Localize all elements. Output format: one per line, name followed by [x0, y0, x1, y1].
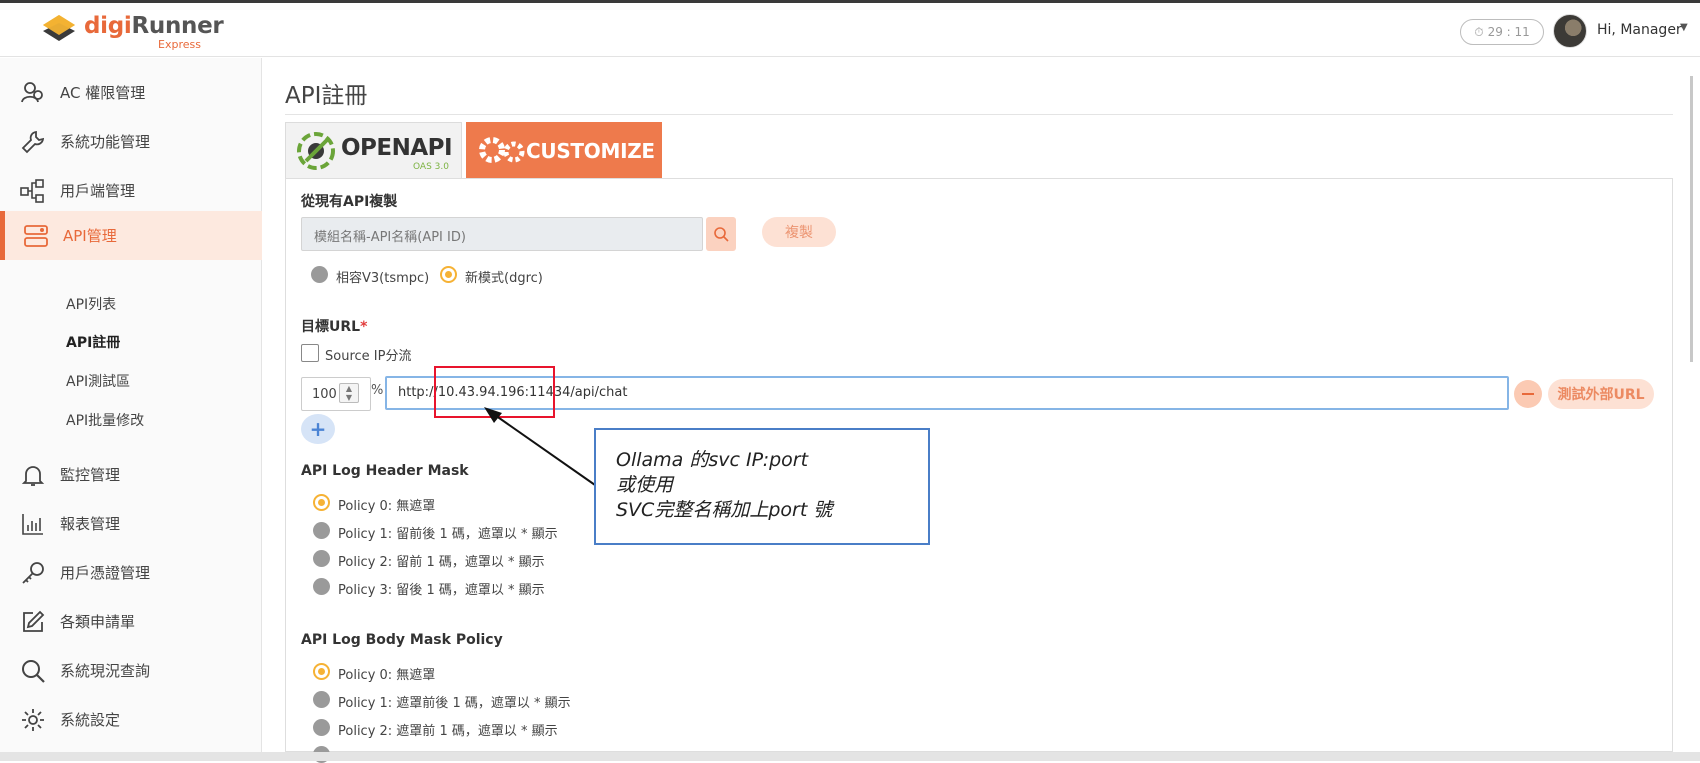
tab-openapi[interactable]: OPENAPI OAS 3.0 [285, 122, 462, 178]
annotation-callout: Ollama 的svc IP:port 或使用 SVC完整名稱加上port 號 [594, 428, 930, 545]
radio-mode-v3-label: 相容V3(tsmpc) [336, 271, 430, 286]
sidebar-item-credentials[interactable]: 用戶憑證管理 [0, 548, 262, 597]
weight-input[interactable]: 100 [301, 377, 371, 411]
sidebar-item-ac-permissions[interactable]: AC 權限管理 [0, 68, 262, 117]
search-icon [22, 660, 45, 683]
sidebar-item-system-status[interactable]: 系統現況查詢 [0, 646, 262, 695]
horizontal-scrollbar[interactable] [0, 752, 1700, 761]
api-copy-search-input[interactable]: 模組名稱-API名稱(API ID) [301, 217, 703, 251]
sidebar-item-label: 各類申請單 [60, 613, 136, 631]
add-url-button[interactable]: + [301, 414, 335, 444]
logo-sub: Express [158, 38, 201, 51]
gear-icon [22, 709, 44, 731]
edit-icon [23, 610, 45, 632]
sidebar-item-label: 系統功能管理 [60, 133, 151, 151]
radio-mode-new-label: 新模式(dgrc) [465, 271, 543, 286]
sidebar-item-monitoring[interactable]: 監控管理 [0, 450, 262, 499]
copy-section-label: 從現有API複製 [301, 194, 398, 210]
radio-header-policy-2[interactable] [313, 550, 330, 567]
test-external-url-button[interactable]: 測試外部URL [1548, 379, 1654, 409]
avatar[interactable] [1553, 14, 1587, 48]
bell-icon [21, 466, 45, 486]
target-url-label: 目標URL* [301, 319, 368, 335]
timer-value: 29 : 11 [1487, 25, 1530, 39]
remove-url-button[interactable] [1514, 380, 1542, 408]
sidebar-item-label: 系統現況查詢 [60, 662, 151, 680]
sidebar-item-system-functions[interactable]: 系統功能管理 [0, 117, 262, 166]
sidebar-subitem-api-list[interactable]: API列表 [66, 294, 116, 314]
sidebar-item-reports[interactable]: 報表管理 [0, 499, 262, 548]
session-timer: ⏱ 29 : 11 [1460, 19, 1544, 45]
weight-stepper[interactable]: ▲ ▼ [339, 383, 359, 403]
annotation-arrow [484, 407, 596, 486]
openapi-logo-icon [297, 132, 335, 170]
tab-customize[interactable]: CUSTOMIZE [466, 122, 662, 178]
logo-mark-icon [43, 15, 75, 41]
wrench-icon [21, 130, 45, 154]
tab-customize-label: CUSTOMIZE [526, 139, 655, 163]
source-ip-checkbox[interactable] [301, 344, 319, 362]
header-policy-0-label: Policy 0: 無遮罩 [338, 499, 436, 514]
digirunner-logo[interactable]: digiRunner Express [40, 11, 224, 51]
radio-mode-new[interactable] [440, 266, 457, 283]
users-icon [21, 82, 43, 103]
sidebar-item-label: 系統設定 [60, 711, 121, 729]
copy-button[interactable]: 複製 [762, 217, 836, 247]
sidebar-item-api-management[interactable]: API管理 [0, 211, 262, 260]
sidebar: AC 權限管理 系統功能管理 用戶端管理 API管理 API列表 API註冊 A… [0, 58, 262, 752]
sidebar-item-system-settings[interactable]: 系統設定 [0, 695, 262, 744]
radio-body-policy-2[interactable] [313, 719, 330, 736]
page-title: API註冊 [285, 83, 368, 109]
header-mask-label: API Log Header Mask [301, 463, 469, 479]
user-greeting[interactable]: Hi, Manager [1597, 22, 1682, 38]
sidebar-item-label: 用戶憑證管理 [60, 564, 151, 582]
header-policy-2-label: Policy 2: 留前 1 碼，遮罩以 * 顯示 [338, 555, 545, 570]
annotation-line: SVC完整名稱加上port 號 [616, 499, 833, 521]
top-header: digiRunner Express ⏱ 29 : 11 Hi, Manager… [0, 3, 1700, 57]
percent-sign: % [371, 383, 384, 398]
stopwatch-icon: ⏱ [1474, 24, 1484, 39]
sidebar-item-label: API管理 [63, 227, 117, 245]
tab-openapi-label: OPENAPI [341, 135, 453, 161]
radio-header-policy-0[interactable] [313, 494, 330, 511]
radio-header-policy-1[interactable] [313, 522, 330, 539]
radio-body-policy-0[interactable] [313, 663, 330, 680]
sidebar-item-label: 監控管理 [60, 466, 121, 484]
annotation-line: Ollama 的svc IP:port [616, 449, 809, 471]
body-policy-2-label: Policy 2: 遮罩前 1 碼，遮罩以 * 顯示 [338, 724, 558, 739]
bar-chart-icon [22, 514, 43, 535]
api-copy-search-button[interactable] [706, 217, 736, 251]
radio-mode-v3[interactable] [311, 266, 328, 283]
radio-body-policy-1[interactable] [313, 691, 330, 708]
client-tree-icon [20, 179, 44, 203]
sidebar-item-label: AC 權限管理 [60, 84, 146, 102]
gears-icon [479, 137, 525, 163]
sidebar-item-label: 用戶端管理 [60, 182, 136, 200]
sidebar-item-clients[interactable]: 用戶端管理 [0, 166, 262, 215]
body-mask-label: API Log Body Mask Policy [301, 632, 503, 648]
header-policy-3-label: Policy 3: 留後 1 碼，遮罩以 * 顯示 [338, 583, 545, 598]
search-icon [714, 227, 729, 242]
sidebar-subitem-api-register[interactable]: API註冊 [66, 332, 120, 352]
sidebar-item-applications[interactable]: 各類申請單 [0, 597, 262, 646]
tab-openapi-version: OAS 3.0 [413, 162, 449, 172]
body-policy-1-label: Policy 1: 遮罩前後 1 碼，遮罩以 * 顯示 [338, 696, 571, 711]
annotation-line: 或使用 [616, 474, 674, 496]
api-icon [24, 225, 48, 247]
logo-brand: digiRunner [84, 13, 224, 39]
vertical-scrollbar[interactable] [1690, 76, 1693, 362]
key-icon [22, 562, 44, 584]
sidebar-subitem-api-batch-edit[interactable]: API批量修改 [66, 410, 144, 430]
title-divider [285, 114, 1673, 115]
sidebar-subitem-api-test[interactable]: API測試區 [66, 371, 130, 391]
header-policy-1-label: Policy 1: 留前後 1 碼，遮罩以 * 顯示 [338, 527, 558, 542]
radio-header-policy-3[interactable] [313, 578, 330, 595]
sidebar-item-label: 報表管理 [60, 515, 121, 533]
body-policy-0-label: Policy 0: 無遮罩 [338, 668, 436, 683]
source-ip-label: Source IP分流 [325, 349, 412, 364]
chevron-down-icon[interactable]: ▼ [1680, 22, 1688, 33]
